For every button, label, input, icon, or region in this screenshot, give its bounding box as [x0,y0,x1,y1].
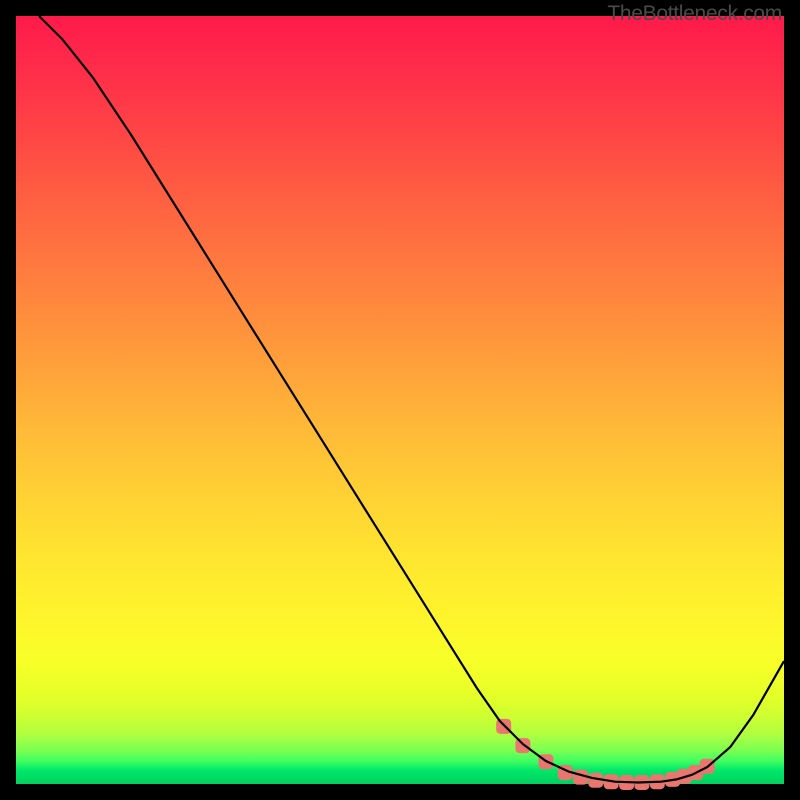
bottleneck-curve [39,16,784,783]
watermark-text: TheBottleneck.com [607,2,782,26]
chart-container: TheBottleneck.com [0,0,800,800]
chart-svg [16,16,784,784]
